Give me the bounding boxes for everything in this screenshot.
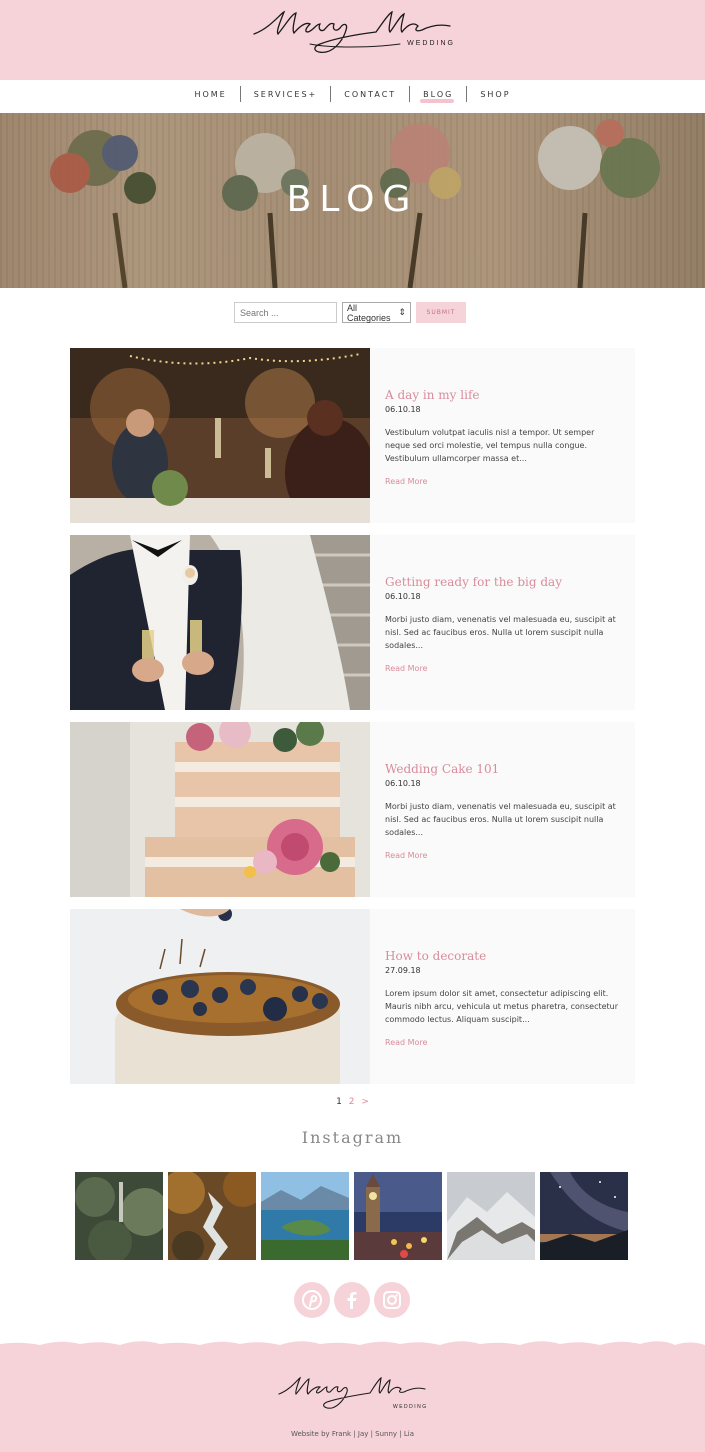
page-current: 1 <box>336 1097 342 1107</box>
select-arrows-icon: ⇕ <box>398 307 406 317</box>
instagram-tile[interactable] <box>447 1172 535 1260</box>
post-body: Getting ready for the big day 06.10.18 M… <box>370 535 635 710</box>
post-thumbnail[interactable] <box>70 722 370 897</box>
wedding-toast-photo <box>70 348 370 523</box>
milky-way-photo <box>540 1172 628 1260</box>
pinterest-icon <box>302 1290 322 1310</box>
nav-item-home[interactable]: HOME <box>181 90 239 99</box>
hero-banner: BLOG <box>0 113 705 288</box>
waterfall-photo <box>168 1172 256 1260</box>
blog-post-card: How to decorate 27.09.18 Lorem ipsum dol… <box>70 909 635 1084</box>
instagram-tile[interactable] <box>168 1172 256 1260</box>
main-nav: HOME SERVICES+ CONTACT BLOG SHOP <box>0 82 705 106</box>
submit-button[interactable]: SUBMIT <box>416 302 466 323</box>
instagram-heading: Instagram <box>0 1128 705 1147</box>
logo-subtitle: WEDDING <box>407 40 455 47</box>
header-brush-edge <box>0 62 705 75</box>
post-date: 06.10.18 <box>385 592 421 601</box>
groom-champagne-photo <box>70 535 370 710</box>
post-body: How to decorate 27.09.18 Lorem ipsum dol… <box>370 909 635 1084</box>
nav-item-blog[interactable]: BLOG <box>410 90 466 103</box>
logo-script-mark <box>253 10 451 54</box>
read-more-link[interactable]: Read More <box>385 664 427 673</box>
footer-logo-subtitle: WEDDING <box>393 1404 428 1410</box>
footer-logo[interactable]: WEDDING <box>275 1372 430 1414</box>
social-links <box>294 1282 410 1318</box>
instagram-heading-text: Instagram <box>288 1128 417 1147</box>
post-date: 06.10.18 <box>385 779 421 788</box>
blog-post-card: A day in my life 06.10.18 Vestibulum vol… <box>70 348 635 523</box>
nav-item-shop[interactable]: SHOP <box>467 90 523 99</box>
post-thumbnail[interactable] <box>70 348 370 523</box>
instagram-button[interactable] <box>374 1282 410 1318</box>
nav-item-contact[interactable]: CONTACT <box>331 90 409 99</box>
footer-logo-script-mark: WEDDING <box>278 1376 428 1410</box>
clock-tower-city-photo <box>354 1172 442 1260</box>
snowy-mountain-photo <box>447 1172 535 1260</box>
pinterest-button[interactable] <box>294 1282 330 1318</box>
read-more-link[interactable]: Read More <box>385 851 427 860</box>
facebook-button[interactable] <box>334 1282 370 1318</box>
instagram-tile[interactable] <box>540 1172 628 1260</box>
post-body: A day in my life 06.10.18 Vestibulum vol… <box>370 348 635 523</box>
post-excerpt: Morbi justo diam, venenatis vel malesuad… <box>385 615 616 650</box>
read-more-link[interactable]: Read More <box>385 477 427 486</box>
nav-item-services[interactable]: SERVICES+ <box>241 90 331 99</box>
instagram-tile[interactable] <box>75 1172 163 1260</box>
footer-credit: Website by Frank | Jay | Sunny | Lia <box>290 1430 415 1438</box>
page-link-2[interactable]: 2 <box>349 1097 355 1107</box>
post-title[interactable]: Wedding Cake 101 <box>385 762 620 776</box>
instagram-grid <box>75 1172 628 1260</box>
search-input[interactable] <box>234 302 337 323</box>
page-next-link[interactable]: > <box>361 1097 369 1107</box>
page-title: BLOG <box>286 179 419 220</box>
post-thumbnail[interactable] <box>70 535 370 710</box>
post-title[interactable]: A day in my life <box>385 388 620 402</box>
pagination: 1 2 > <box>0 1097 705 1107</box>
category-select[interactable]: All Categories ⇕ <box>342 302 411 323</box>
instagram-tile[interactable] <box>261 1172 349 1260</box>
post-excerpt: Vestibulum volutpat iaculis nisl a tempo… <box>385 428 595 463</box>
site-logo[interactable]: WEDDING <box>250 4 455 60</box>
forest-photo <box>75 1172 163 1260</box>
post-date: 27.09.18 <box>385 966 421 975</box>
lake-mountains-photo <box>261 1172 349 1260</box>
post-title[interactable]: Getting ready for the big day <box>385 575 620 589</box>
post-thumbnail[interactable] <box>70 909 370 1084</box>
instagram-icon <box>383 1291 401 1309</box>
naked-cake-photo <box>70 722 370 897</box>
facebook-icon <box>347 1292 357 1309</box>
post-excerpt: Morbi justo diam, venenatis vel malesuad… <box>385 802 616 837</box>
category-select-value: All Categories <box>347 302 391 323</box>
post-date: 06.10.18 <box>385 405 421 414</box>
post-body: Wedding Cake 101 06.10.18 Morbi justo di… <box>370 722 635 897</box>
blog-post-card: Wedding Cake 101 06.10.18 Morbi justo di… <box>70 722 635 897</box>
blog-post-card: Getting ready for the big day 06.10.18 M… <box>70 535 635 710</box>
blueberry-cake-photo <box>70 909 370 1084</box>
post-title[interactable]: How to decorate <box>385 949 620 963</box>
read-more-link[interactable]: Read More <box>385 1038 427 1047</box>
post-excerpt: Lorem ipsum dolor sit amet, consectetur … <box>385 989 619 1024</box>
blog-search-form: All Categories ⇕ SUBMIT <box>234 302 466 323</box>
instagram-tile[interactable] <box>354 1172 442 1260</box>
